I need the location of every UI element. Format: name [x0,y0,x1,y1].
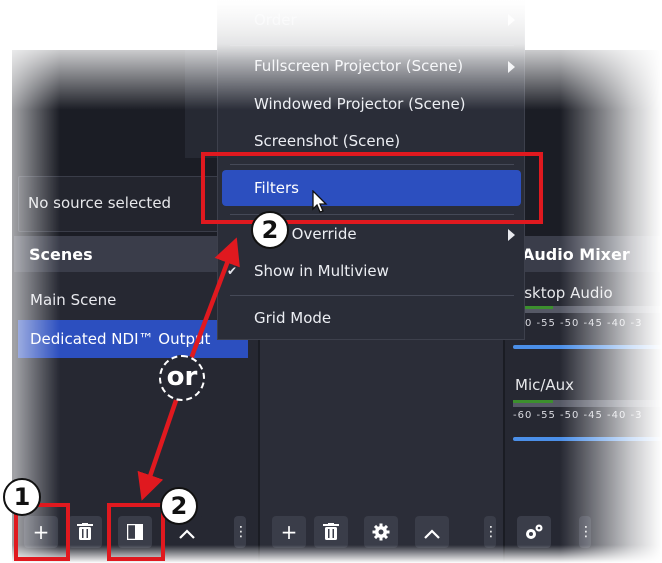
step-1-number: 1 [13,483,31,511]
step-2-number: 2 [261,216,279,244]
annotation-arrows [137,237,240,501]
or-label: or [166,362,198,392]
or-badge: or [159,355,205,401]
step-1-badge: 1 [3,478,41,516]
step-2-badge-toolbar: 2 [160,487,198,525]
step-2-badge-menu: 2 [251,211,289,249]
step-2-number: 2 [170,492,188,520]
